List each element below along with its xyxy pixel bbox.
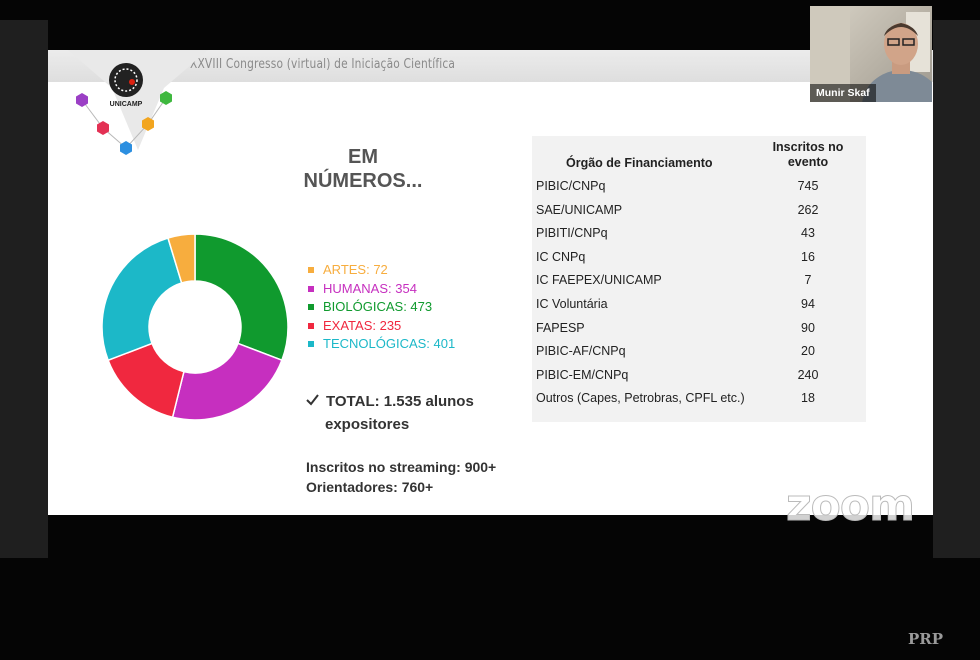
left-video-edge (0, 20, 48, 558)
legend-label: EXATAS: 235 (323, 317, 402, 333)
legend-label: HUMANAS: 354 (323, 280, 417, 296)
table-cell-org: IC FAEPEX/UNICAMP (536, 273, 662, 288)
table-cell-org: SAE/UNICAMP (536, 202, 623, 217)
zoom-watermark: zoom (786, 480, 916, 532)
slide-heading: EM NÚMEROS... (288, 145, 438, 193)
unicamp-logo-text: UNICAMP (110, 101, 143, 108)
table-cell-org: IC Voluntária (536, 297, 608, 311)
donut-chart (101, 233, 289, 421)
table-row: PIBIC-EM/CNPq 240 (532, 364, 866, 387)
table-row: PIBITI/CNPq 43 (532, 222, 866, 245)
table-row: IC CNPq 16 (532, 246, 866, 269)
unicamp-logo-graphic: UNICAMP (68, 50, 208, 155)
unicamp-emblem (109, 63, 143, 97)
table-header-count-line2: evento (787, 155, 829, 169)
checkmark-icon (306, 390, 320, 413)
table-cell-org: PIBIC/CNPq (536, 179, 606, 193)
legend-label: TECNOLÓGICAS: 401 (323, 336, 456, 351)
table-cell-count: 18 (801, 391, 815, 406)
table-cell-count: 240 (797, 367, 819, 382)
legend-item: EXATAS: 235 (308, 317, 455, 336)
total-line2: expositores (325, 416, 410, 433)
presentation-slide: XXVIII Congresso (virtual) de Iniciação … (48, 50, 933, 515)
table-cell-count: 20 (801, 344, 815, 359)
table-cell-count: 43 (801, 226, 815, 241)
table-cell-count: 90 (801, 320, 815, 335)
participant-video-tile[interactable]: Munir Skaf (810, 6, 932, 102)
table-cell-count: 16 (801, 249, 815, 264)
table-cell-org: PIBITI/CNPq (536, 226, 608, 241)
streaming-stat: Inscritos no streaming: 900+ (306, 459, 497, 475)
table-row: PIBIC/CNPq 745 (532, 175, 866, 198)
table-row: Outros (Capes, Petrobras, CPFL etc.) 18 (532, 387, 866, 410)
donut-slice-tecnológicas (101, 237, 183, 362)
total-block: TOTAL: 1.535 alunos expositores (306, 390, 474, 436)
legend-item: ARTES: 72 (308, 261, 455, 280)
unicamp-emblem-dot (129, 79, 135, 85)
total-line1: TOTAL: 1.535 alunos (326, 393, 474, 410)
legend-swatch-icon (308, 285, 314, 292)
legend-item: TECNOLÓGICAS: 401 (308, 335, 455, 354)
legend-swatch-icon (308, 341, 314, 348)
table-header-org: Órgão de Financiamento (566, 156, 713, 170)
donut-slice-biológicas (194, 233, 289, 362)
participant-name-label: Munir Skaf (810, 84, 876, 102)
table-cell-count: 262 (797, 202, 819, 217)
chart-legend: ARTES: 72 HUMANAS: 354 BIOLÓGICAS: 473 EXAT… (308, 261, 455, 354)
orientadores-stat: Orientadores: 760+ (306, 479, 434, 495)
legend-swatch-icon (308, 267, 314, 274)
table-row: SAE/UNICAMP 262 (532, 199, 866, 222)
legend-label: BIOLÓGICAS: 473 (323, 299, 433, 314)
table-cell-count: 745 (797, 179, 819, 193)
prp-watermark: PRP (908, 630, 944, 648)
right-video-edge (933, 20, 980, 558)
table-cell-org: Outros (Capes, Petrobras, CPFL etc.) (536, 391, 745, 406)
stats-block: Inscritos no streaming: 900+ Orientadore… (306, 457, 496, 497)
legend-swatch-icon (308, 322, 314, 329)
donut-slice-humanas (171, 342, 283, 421)
slide-header-title: XXVIII Congresso (virtual) de Iniciação … (190, 57, 456, 72)
table-cell-count: 7 (804, 273, 812, 288)
table-row: PIBIC-AF/CNPq 20 (532, 340, 866, 363)
legend-item: HUMANAS: 354 (308, 280, 455, 299)
legend-label: ARTES: 72 (323, 262, 388, 277)
legend-swatch-icon (308, 304, 314, 311)
table-cell-org: PIBIC-AF/CNPq (536, 344, 626, 359)
legend-item: BIOLÓGICAS: 473 (308, 298, 455, 317)
table-row: IC FAEPEX/UNICAMP 7 (532, 269, 866, 292)
slide-heading-line2: NÚMEROS... (303, 170, 423, 192)
table-cell-org: FAPESP (536, 320, 585, 335)
table-cell-org: PIBIC-EM/CNPq (536, 367, 629, 382)
slide-heading-line1: EM (348, 146, 378, 168)
table-row: IC Voluntária 94 (532, 293, 866, 316)
table-cell-org: IC CNPq (536, 249, 586, 264)
funding-table: Órgão de Financiamento Inscritos no even… (532, 136, 866, 422)
table-cell-count: 94 (801, 297, 815, 311)
table-header-count-line1: Inscritos no (772, 140, 844, 154)
table-header-count: Inscritos no evento (758, 140, 858, 170)
table-row: FAPESP 90 (532, 317, 866, 340)
